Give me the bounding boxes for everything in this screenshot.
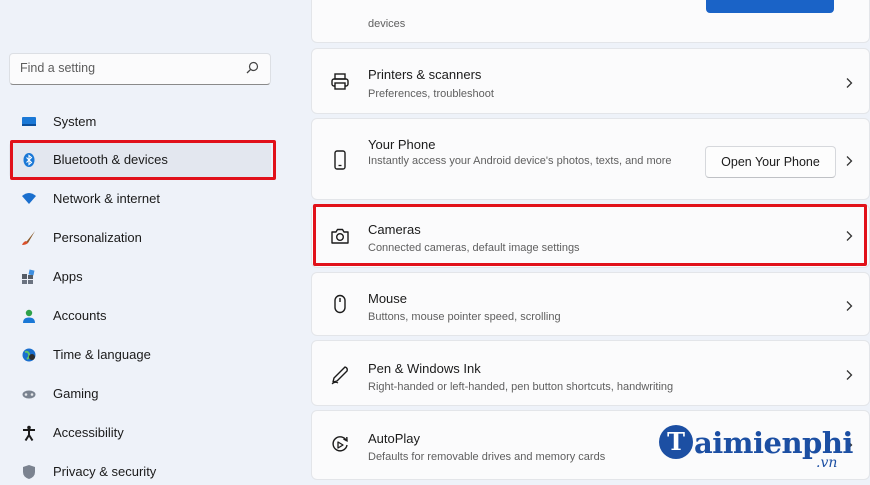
card-title: Mouse	[368, 291, 408, 306]
sidebar-item-time-language[interactable]: Time & language	[9, 337, 271, 373]
apps-icon	[22, 269, 35, 284]
sidebar-item-gaming[interactable]: Gaming	[9, 376, 271, 412]
printer-icon	[331, 73, 349, 90]
sidebar-item-network[interactable]: Network & internet	[9, 181, 271, 217]
globe-clock-icon	[22, 348, 36, 362]
sidebar-item-label: System	[53, 114, 97, 129]
sidebar-item-label: Apps	[53, 269, 83, 284]
sidebar-item-label: Network & internet	[53, 191, 160, 206]
search-placeholder: Find a setting	[20, 61, 96, 75]
autoplay-icon	[332, 436, 348, 452]
shield-icon	[23, 465, 35, 479]
sidebar-item-label: Privacy & security	[53, 464, 157, 479]
highlight-annotation	[10, 140, 276, 180]
card-mouse[interactable]: Mouse Buttons, mouse pointer speed, scro…	[311, 272, 870, 336]
watermark-logo: T aimienphi .vn	[658, 422, 858, 482]
card-pen-windows-ink[interactable]: Pen & Windows Ink Right-handed or left-h…	[311, 340, 870, 406]
chevron-right-icon	[846, 370, 853, 380]
accessibility-icon	[23, 425, 35, 441]
sidebar-item-label: Accounts	[53, 308, 107, 323]
phone-icon	[334, 150, 346, 170]
sidebar-item-privacy-security[interactable]: Privacy & security	[9, 454, 271, 485]
person-icon	[23, 309, 35, 323]
search-input[interactable]: Find a setting	[9, 53, 271, 85]
sidebar: Find a setting System Bluetooth & device…	[0, 0, 292, 485]
watermark-emblem-icon: T	[659, 425, 693, 459]
sidebar-item-label: Accessibility	[53, 425, 124, 440]
sidebar-item-accounts[interactable]: Accounts	[9, 298, 271, 334]
highlight-annotation-cameras	[313, 204, 867, 266]
card-description: Right-handed or left-handed, pen button …	[368, 381, 674, 393]
search-icon[interactable]	[244, 60, 260, 76]
chevron-right-icon	[846, 78, 853, 88]
sidebar-item-apps[interactable]: Apps	[9, 259, 271, 295]
card-description: devices	[368, 18, 406, 30]
pen-icon	[331, 366, 348, 385]
card-description: Instantly access your Android device's p…	[368, 155, 672, 167]
brush-icon	[22, 231, 35, 245]
partial-device-card[interactable]: devices	[311, 0, 870, 43]
card-description: Buttons, mouse pointer speed, scrolling	[368, 311, 561, 323]
card-title: Printers & scanners	[368, 67, 482, 82]
card-description: Defaults for removable drives and memory…	[368, 451, 606, 463]
card-title: Pen & Windows Ink	[368, 361, 481, 376]
card-printers-scanners[interactable]: Printers & scanners Preferences, trouble…	[311, 48, 870, 114]
watermark-suffix: .vn	[816, 455, 838, 471]
sidebar-item-accessibility[interactable]: Accessibility	[9, 415, 271, 451]
mouse-icon	[334, 294, 346, 314]
watermark-initial: T	[667, 427, 685, 456]
card-title: Your Phone	[368, 137, 436, 152]
sidebar-item-label: Time & language	[53, 347, 151, 362]
sidebar-item-label: Gaming	[53, 386, 99, 401]
card-description: Preferences, troubleshoot	[368, 88, 494, 100]
chevron-right-icon	[846, 156, 853, 166]
card-your-phone[interactable]: Your Phone Instantly access your Android…	[311, 118, 870, 200]
partial-primary-button[interactable]	[706, 0, 834, 13]
chevron-right-icon	[846, 301, 853, 311]
gamepad-icon	[22, 390, 36, 399]
wifi-icon	[22, 193, 36, 204]
open-your-phone-button[interactable]: Open Your Phone	[705, 146, 836, 178]
sidebar-item-system[interactable]: System	[9, 104, 271, 140]
sidebar-item-label: Personalization	[53, 230, 142, 245]
monitor-icon	[22, 117, 36, 126]
sidebar-item-personalization[interactable]: Personalization	[9, 220, 271, 256]
card-title: AutoPlay	[368, 431, 421, 446]
